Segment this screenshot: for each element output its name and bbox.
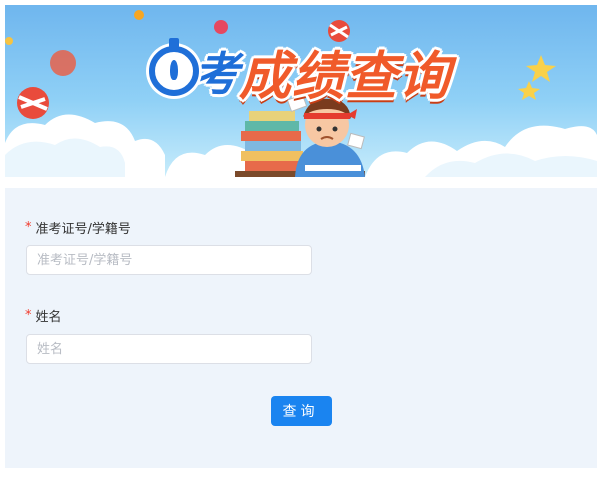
logo-text: 考 bbox=[193, 47, 239, 101]
banner-title: 考 成绩查询 bbox=[149, 35, 451, 107]
name-label-text: 姓名 bbox=[35, 310, 62, 325]
stopwatch-logo-icon bbox=[149, 38, 199, 96]
exam-id-label: * 准考证号/学籍号 bbox=[25, 218, 131, 237]
star-decoration bbox=[526, 55, 556, 82]
header-banner: 考 成绩查询 bbox=[5, 5, 597, 177]
exam-id-input[interactable] bbox=[26, 245, 312, 275]
exam-id-label-text: 准考证号/学籍号 bbox=[35, 222, 131, 237]
page: 考 成绩查询 * 准考证号/学籍号 * 姓名 查询 bbox=[0, 0, 602, 478]
name-input[interactable] bbox=[26, 334, 312, 364]
required-mark: * bbox=[25, 220, 32, 235]
book-stack bbox=[249, 111, 295, 121]
name-label: * 姓名 bbox=[25, 306, 62, 325]
query-form: * 准考证号/学籍号 * 姓名 查询 bbox=[5, 188, 597, 468]
query-button[interactable]: 查询 bbox=[271, 396, 332, 426]
orange-ball-decoration bbox=[50, 50, 76, 76]
required-mark: * bbox=[25, 308, 32, 323]
page-title: 成绩查询 bbox=[239, 46, 452, 107]
